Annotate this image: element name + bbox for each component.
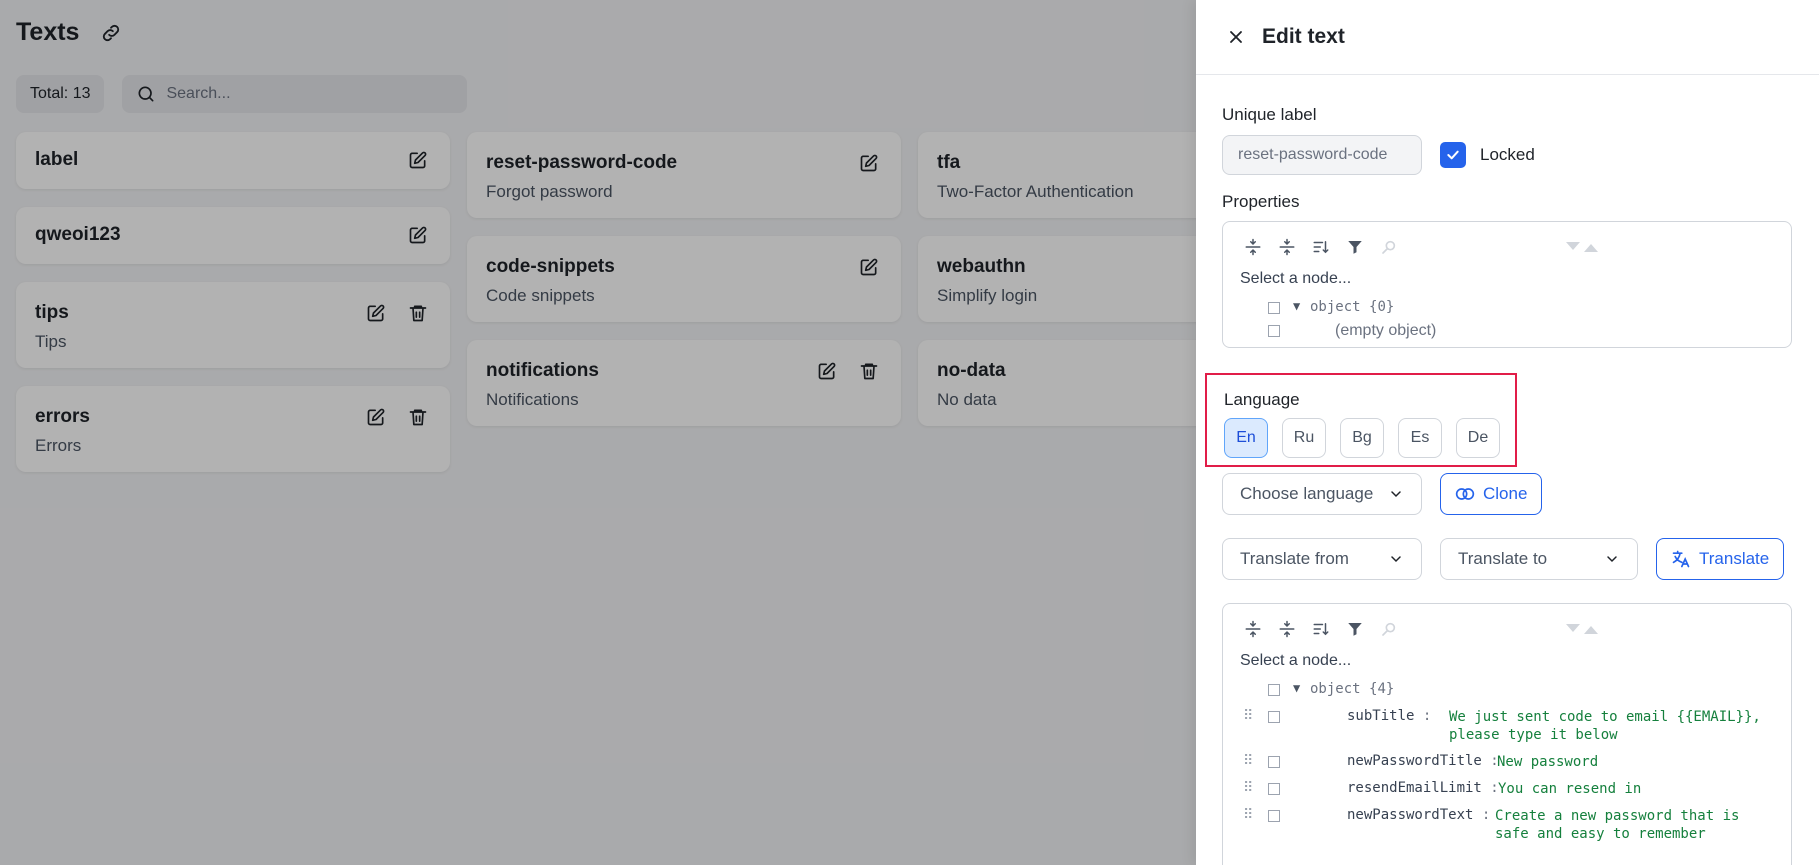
root-object-label: object {0} [1310,299,1395,315]
expand-all-icon[interactable] [1241,235,1265,259]
choose-language-select[interactable]: Choose language [1222,473,1422,515]
node-checkbox[interactable] [1268,711,1280,723]
clone-row: Choose language Clone [1222,473,1543,515]
tree-entry-row[interactable]: ⠿ resendEmailLimit : You can resend in [1223,777,1791,804]
entry-value[interactable]: Create a new password that is safe and e… [1495,807,1739,843]
node-checkbox[interactable] [1268,783,1280,795]
next-match-icon[interactable] [1579,235,1603,259]
language-heading: Language [1224,390,1300,409]
tree-empty-row: (empty object) [1223,322,1791,347]
chevron-down-icon [1391,556,1401,563]
clone-button[interactable]: Clone [1440,473,1543,515]
language-button-bg[interactable]: Bg [1340,418,1384,458]
properties-heading: Properties [1222,192,1300,211]
clone-label: Clone [1483,484,1528,503]
collapse-all-icon[interactable] [1275,235,1299,259]
unique-label-row: Locked [1222,135,1535,175]
search-icon[interactable] [1377,617,1401,641]
language-button-de[interactable]: De [1456,418,1500,458]
entry-value[interactable]: We just sent code to email {{EMAIL}}, pl… [1449,708,1761,744]
close-icon[interactable] [1224,25,1248,49]
unique-label-heading: Unique label [1222,105,1317,124]
root-object-label: object {4} [1310,681,1395,697]
tree-root-row[interactable]: ▼ object {0} [1223,296,1791,323]
select-node-placeholder: Select a node... [1240,652,1352,669]
language-button-es[interactable]: Es [1398,418,1442,458]
node-checkbox[interactable] [1268,302,1280,314]
empty-object-text: (empty object) [1335,322,1437,339]
check-icon [1447,150,1459,160]
node-checkbox[interactable] [1268,756,1280,768]
drawer-title: Edit text [1262,25,1345,48]
chevron-down-icon [1391,491,1401,498]
json-toolbar [1223,616,1791,642]
language-section: Language En Ru Bg Es De [1205,373,1517,467]
entry-value[interactable]: New password [1497,753,1598,771]
sort-icon[interactable] [1309,617,1333,641]
unique-label-input [1222,135,1422,175]
language-buttons: En Ru Bg Es De [1224,418,1500,458]
select-node-placeholder: Select a node... [1240,270,1352,287]
language-button-ru[interactable]: Ru [1282,418,1326,458]
tree-entry-row[interactable]: ⠿ newPasswordText : Create a new password … [1223,804,1791,849]
locked-checkbox[interactable] [1440,142,1466,168]
translate-to-label: Translate to [1458,549,1548,568]
filter-icon[interactable] [1343,235,1367,259]
modal-overlay[interactable] [0,0,1196,865]
translate-label: Translate [1699,549,1770,568]
node-checkbox[interactable] [1268,810,1280,822]
clone-icon [1455,488,1475,500]
language-button-en[interactable]: En [1224,418,1268,458]
drag-handle-icon[interactable]: ⠿ [1243,807,1253,823]
choose-language-label: Choose language [1240,484,1374,503]
drawer-header: Edit text [1196,0,1819,75]
json-toolbar [1223,234,1791,260]
translate-button[interactable]: Translate [1656,538,1785,580]
expand-all-icon[interactable] [1241,617,1265,641]
chevron-down-icon [1607,556,1617,563]
translate-row: Translate from Translate to Translate [1222,538,1785,580]
expand-toggle-icon[interactable]: ▼ [1293,299,1300,313]
node-checkbox[interactable] [1268,325,1280,337]
translate-from-select[interactable]: Translate from [1222,538,1422,580]
entry-value[interactable]: You can resend in [1498,780,1641,798]
properties-json-editor[interactable]: Select a node... ▼ object {0} (empty obj… [1222,221,1792,348]
translate-to-select[interactable]: Translate to [1440,538,1638,580]
locked-label: Locked [1480,145,1535,164]
translate-from-label: Translate from [1240,549,1349,568]
entry-key[interactable]: newPasswordText : [1347,807,1490,823]
entry-key[interactable]: subTitle : [1347,708,1431,724]
locked-toggle[interactable]: Locked [1440,142,1535,168]
texts-json-editor[interactable]: Select a node... ▼ object {4} ⠿ subTitle … [1222,603,1792,865]
tree-root-row[interactable]: ▼ object {4} [1223,678,1791,705]
entry-key[interactable]: resendEmailLimit : [1347,780,1499,796]
drag-handle-icon[interactable]: ⠿ [1243,708,1253,724]
tree-entry-row[interactable]: ⠿ newPasswordTitle : New password [1223,750,1791,777]
next-match-icon[interactable] [1579,617,1603,641]
drag-handle-icon[interactable]: ⠿ [1243,780,1253,796]
filter-icon[interactable] [1343,617,1367,641]
expand-toggle-icon[interactable]: ▼ [1293,681,1300,695]
translate-icon [1672,550,1690,568]
edit-text-drawer: Edit text Unique label Locked Properties [1196,0,1819,865]
collapse-all-icon[interactable] [1275,617,1299,641]
search-icon[interactable] [1377,235,1401,259]
tree-entries: ⠿ subTitle : We just sent code to email {{… [1223,705,1791,849]
entry-key[interactable]: newPasswordTitle : [1347,753,1499,769]
tree-entry-row[interactable]: ⠿ subTitle : We just sent code to email {{… [1223,705,1791,750]
drag-handle-icon[interactable]: ⠿ [1243,753,1253,769]
node-checkbox[interactable] [1268,684,1280,696]
sort-icon[interactable] [1309,235,1333,259]
